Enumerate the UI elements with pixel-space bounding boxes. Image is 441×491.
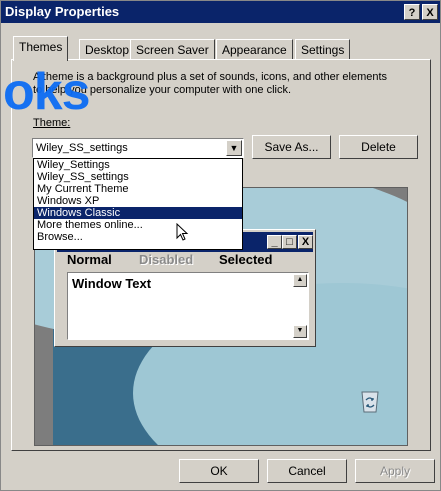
- minimize-icon: _: [267, 235, 282, 249]
- dropdown-option-highlighted[interactable]: Windows Classic: [34, 207, 242, 219]
- dropdown-option[interactable]: More themes online...: [34, 219, 242, 231]
- tab-themes[interactable]: Themes: [13, 36, 69, 61]
- tab-screen-saver[interactable]: Screen Saver: [130, 39, 215, 60]
- dropdown-option[interactable]: Wiley_SS_settings: [34, 171, 242, 183]
- scroll-down-icon: ▼: [293, 325, 307, 338]
- theme-select-value: Wiley_SS_settings: [36, 142, 128, 154]
- window-title: Display Properties: [5, 4, 120, 19]
- recycle-bin-icon: [361, 391, 379, 413]
- apply-button[interactable]: Apply: [355, 459, 435, 483]
- dropdown-option[interactable]: Windows XP: [34, 195, 242, 207]
- mouse-pointer-icon: [176, 223, 189, 241]
- menu-normal: Normal: [67, 252, 112, 267]
- maximize-icon: □: [282, 235, 297, 249]
- help-button[interactable]: ?: [404, 4, 420, 20]
- tab-desktop[interactable]: Desktop: [79, 39, 136, 60]
- chevron-down-icon[interactable]: ▼: [226, 140, 242, 156]
- dropdown-option[interactable]: Wiley_Settings: [34, 159, 242, 171]
- save-as-button[interactable]: Save As...: [252, 135, 331, 159]
- close-icon: X: [298, 235, 313, 249]
- dropdown-option[interactable]: Browse...: [34, 231, 242, 243]
- close-button[interactable]: X: [422, 4, 438, 20]
- delete-button[interactable]: Delete: [339, 135, 418, 159]
- tab-appearance[interactable]: Appearance: [216, 39, 293, 60]
- theme-select[interactable]: Wiley_SS_settings ▼: [32, 138, 244, 158]
- theme-dropdown-list[interactable]: Wiley_Settings Wiley_SS_settings My Curr…: [33, 158, 243, 250]
- window-text: Window Text: [72, 276, 152, 291]
- scroll-up-icon: ▲: [293, 274, 307, 287]
- tab-settings[interactable]: Settings: [295, 39, 351, 60]
- cancel-button[interactable]: Cancel: [267, 459, 347, 483]
- title-bar[interactable]: Display Properties ? X: [1, 1, 440, 23]
- display-properties-window: Display Properties ? X Themes Desktop Sc…: [0, 0, 441, 491]
- menu-disabled: Disabled: [139, 252, 194, 267]
- dropdown-option[interactable]: My Current Theme: [34, 183, 242, 195]
- watermark-text: oks: [3, 63, 91, 121]
- menu-selected: Selected: [219, 252, 273, 267]
- preview-text-area: Window Text ▲ ▼: [67, 272, 309, 340]
- ok-button[interactable]: OK: [179, 459, 259, 483]
